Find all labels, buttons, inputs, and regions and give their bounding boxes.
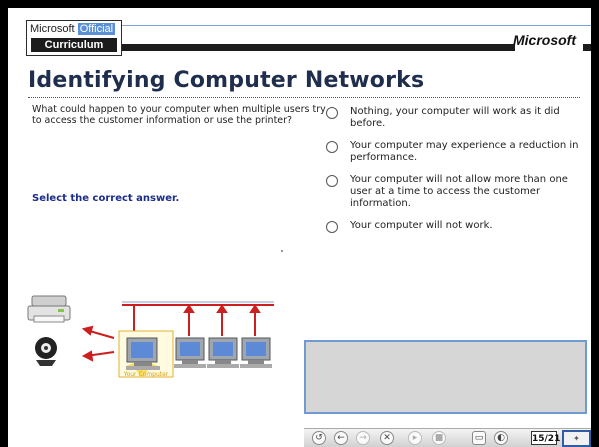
- computer-icon: [207, 337, 239, 368]
- moc-logo: Microsoft Official Curriculum: [26, 20, 122, 56]
- logo-curriculum-text: Curriculum: [31, 38, 117, 52]
- radio-button[interactable]: [326, 221, 338, 233]
- answer-label: Nothing, your computer will work as it d…: [350, 106, 560, 129]
- header-bar: [122, 44, 515, 51]
- logo-microsoft-text: Microsoft: [30, 23, 75, 35]
- menu-icon[interactable]: ✦: [562, 430, 591, 447]
- back-icon[interactable]: ←: [334, 431, 348, 445]
- answer-option-3[interactable]: Your computer will not allow more than o…: [324, 174, 586, 210]
- answer-label: Your computer will not allow more than o…: [350, 174, 568, 209]
- answer-label: Your computer will not work.: [350, 220, 493, 231]
- undo-icon[interactable]: ↺: [312, 431, 326, 445]
- radio-button[interactable]: [326, 141, 338, 153]
- logo-official-text: Official: [77, 23, 116, 35]
- printer-icon: [27, 295, 71, 323]
- answer-option-2[interactable]: Your computer may experience a reduction…: [324, 140, 586, 164]
- caption-icon[interactable]: ▭: [472, 431, 486, 445]
- question-text: What could happen to your computer when …: [32, 104, 326, 126]
- webcam-icon: [35, 337, 57, 366]
- answer-label: Your computer may experience a reduction…: [350, 140, 579, 163]
- stop-icon[interactable]: ✕: [380, 431, 394, 445]
- radio-button[interactable]: [326, 107, 338, 119]
- feedback-panel: [304, 340, 587, 414]
- your-computer-icon: Your Computer: [118, 330, 174, 378]
- slide-title: Identifying Computer Networks: [28, 68, 425, 93]
- header-bar-end: [583, 44, 591, 51]
- page-indicator: 15/21: [531, 431, 560, 445]
- play-icon[interactable]: ▸: [408, 431, 422, 445]
- computer-icon: [240, 337, 272, 368]
- microsoft-logo: Microsoft: [513, 32, 576, 48]
- stray-dot: [281, 250, 283, 252]
- audio-icon[interactable]: ◐: [494, 431, 508, 445]
- arrows: [81, 325, 115, 362]
- your-computer-label: Your Computer: [123, 371, 169, 378]
- player-toolbar: ↺ ← → ✕ ▸ ■ ▭ ◐ 15/21 ✦: [304, 428, 591, 447]
- answer-option-4[interactable]: Your computer will not work.: [324, 220, 586, 233]
- instruction-text: Select the correct answer.: [32, 193, 180, 204]
- radio-button[interactable]: [326, 175, 338, 187]
- title-divider: [28, 97, 580, 98]
- computer-icon: [174, 337, 206, 368]
- network-diagram: Your Computer: [27, 295, 274, 378]
- header-rule: [122, 25, 591, 26]
- pause-icon[interactable]: ■: [432, 431, 446, 445]
- forward-icon[interactable]: →: [356, 431, 370, 445]
- answer-list: Nothing, your computer will work as it d…: [324, 106, 586, 242]
- slide-page: Microsoft Official Curriculum Microsoft …: [8, 8, 591, 447]
- answer-option-1[interactable]: Nothing, your computer will work as it d…: [324, 106, 586, 130]
